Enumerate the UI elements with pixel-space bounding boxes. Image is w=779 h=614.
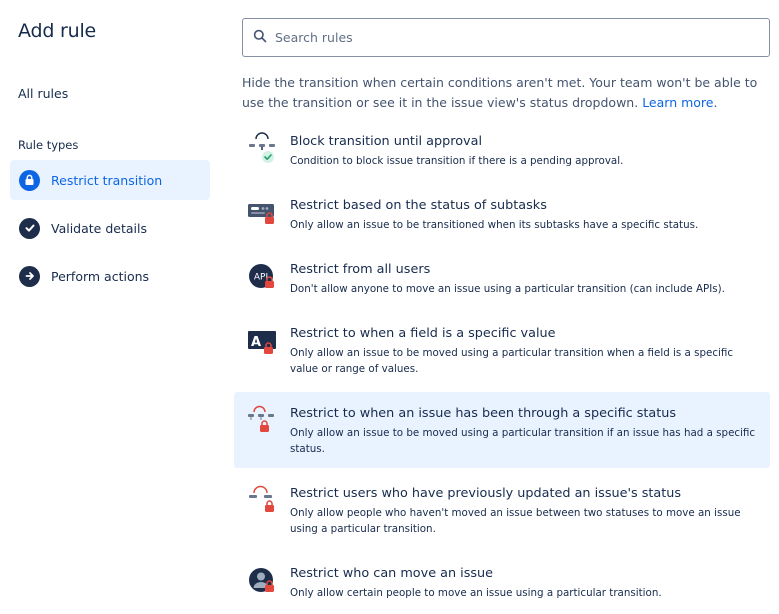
rule-description: Only allow certain people to move an iss…	[290, 587, 662, 599]
sidebar-item-perform-actions[interactable]: Perform actions	[10, 256, 210, 296]
rule-item-restrict-subtasks-status[interactable]: Restrict based on the status of subtasks…	[234, 192, 770, 248]
api-lock-icon: API	[246, 260, 278, 294]
rule-description: Only allow an issue to be transitioned w…	[290, 219, 699, 231]
rule-item-restrict-field-value[interactable]: A Restrict to when a field is a specific…	[234, 320, 770, 392]
sidebar-item-restrict-transition[interactable]: Restrict transition	[10, 160, 210, 200]
learn-more-link[interactable]: Learn more	[642, 95, 713, 110]
user-lock-icon	[246, 564, 278, 598]
rule-title: Restrict users who have previously updat…	[290, 486, 682, 501]
rule-description: Only allow an issue to be moved using a …	[290, 347, 734, 375]
rule-description: Only allow an issue to be moved using a …	[290, 427, 756, 455]
rule-item-restrict-previous-updaters[interactable]: Restrict users who have previously updat…	[234, 480, 770, 552]
subtasks-lock-icon	[246, 196, 278, 230]
sidebar: Add rule All rules Rule types Restrict t…	[0, 0, 220, 614]
arrow-right-circle-icon	[19, 265, 40, 287]
intro-suffix: .	[713, 95, 718, 110]
rule-title: Restrict based on the status of subtasks	[290, 198, 547, 213]
rule-description: Only allow people who haven't moved an i…	[290, 507, 741, 535]
all-rules-link[interactable]: All rules	[18, 86, 68, 101]
svg-text:API: API	[254, 273, 268, 283]
check-circle-icon	[19, 217, 40, 239]
rule-title: Restrict who can move an issue	[290, 566, 494, 581]
status-history-lock-icon	[246, 404, 278, 438]
rule-item-restrict-who-can-move[interactable]: Restrict who can move an issue Only allo…	[234, 560, 770, 610]
search-field[interactable]	[242, 18, 770, 57]
search-icon	[253, 28, 267, 47]
rule-item-restrict-through-status[interactable]: Restrict to when an issue has been throu…	[234, 392, 770, 468]
search-input[interactable]	[275, 30, 755, 45]
rule-item-restrict-from-all-users[interactable]: API Restrict from all users Don't allow …	[234, 256, 770, 312]
user-status-lock-icon	[246, 484, 278, 518]
field-lock-icon: A	[246, 324, 278, 358]
sidebar-item-label: Restrict transition	[51, 172, 163, 188]
page-title: Add rule	[18, 20, 97, 42]
sidebar-item-label: Validate details	[51, 220, 147, 236]
rule-title: Restrict to when an issue has been throu…	[290, 406, 677, 421]
sidebar-item-validate-details[interactable]: Validate details	[10, 208, 210, 248]
approval-icon	[246, 132, 278, 166]
svg-text:A: A	[251, 335, 261, 350]
sidebar-item-label: Perform actions	[51, 268, 150, 284]
lock-icon	[19, 169, 40, 191]
rule-description: Don't allow anyone to move an issue usin…	[290, 283, 725, 295]
rule-title: Restrict from all users	[290, 262, 431, 277]
rule-title: Restrict to when a field is a specific v…	[290, 326, 556, 341]
main-content: Hide the transition when certain conditi…	[234, 0, 772, 614]
rule-item-block-transition-until-approval[interactable]: Block transition until approval Conditio…	[234, 128, 770, 184]
intro-text: Hide the transition when certain conditi…	[242, 73, 762, 113]
rule-types-heading: Rule types	[18, 138, 79, 152]
rule-description: Condition to block issue transition if t…	[290, 155, 624, 167]
rule-title: Block transition until approval	[290, 134, 482, 149]
